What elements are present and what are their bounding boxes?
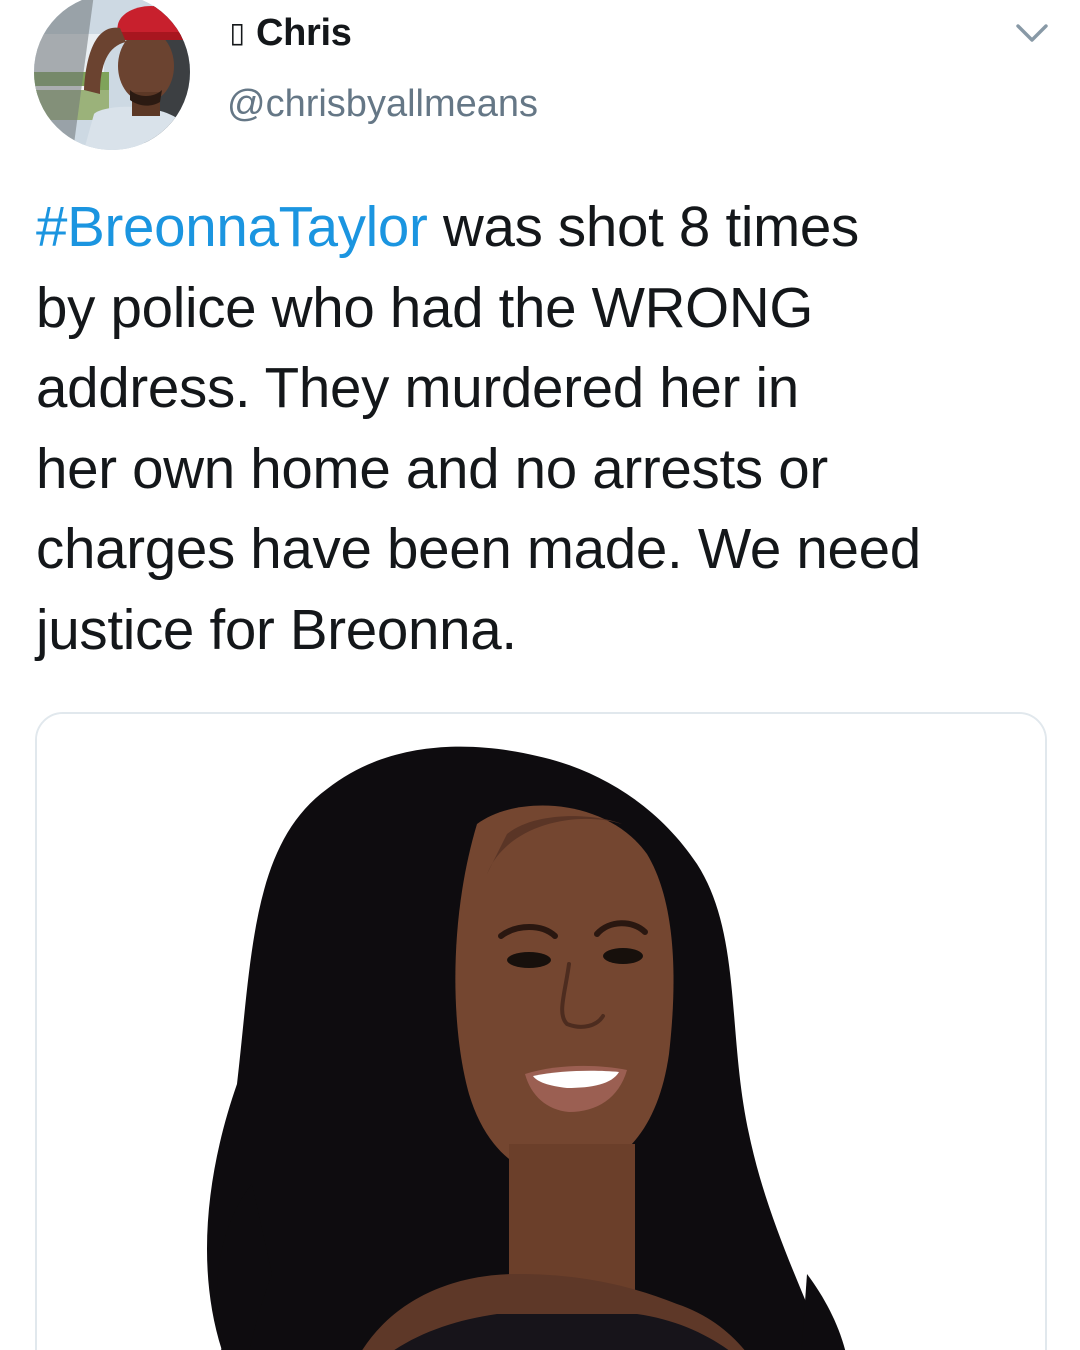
tweet-text-line: by police who had the WRONG (36, 275, 813, 339)
author-display-name[interactable]: ▯ Chris (226, 12, 352, 55)
tweet-text-line: charges have been made. We need (36, 517, 921, 580)
portrait-illustration (37, 714, 1045, 1350)
tweet-text-line: address. They murdered her in (36, 356, 799, 419)
avatar-photo (34, 0, 190, 150)
author-handle[interactable]: @chrisbyallmeans (227, 83, 538, 126)
name-emoji-icon: ▯ (229, 16, 245, 49)
author-name-text: Chris (256, 12, 352, 54)
tweet-media-image[interactable] (35, 712, 1047, 1350)
chevron-down-icon[interactable] (1014, 18, 1050, 48)
tweet-text-line: her own home and no arrests or (36, 436, 828, 500)
tweet-text-line: justice for Breonna. (36, 597, 517, 661)
tweet-text-line: #BreonnaTaylor was shot 8 times (36, 195, 859, 258)
tweet-text: #BreonnaTaylor was shot 8 times by polic… (36, 187, 1046, 670)
author-avatar[interactable] (34, 0, 190, 150)
tweet-page: ▯ Chris @chrisbyallmeans #BreonnaTaylor w… (0, 0, 1080, 1350)
hashtag-link[interactable]: #BreonnaTaylor (36, 195, 428, 258)
